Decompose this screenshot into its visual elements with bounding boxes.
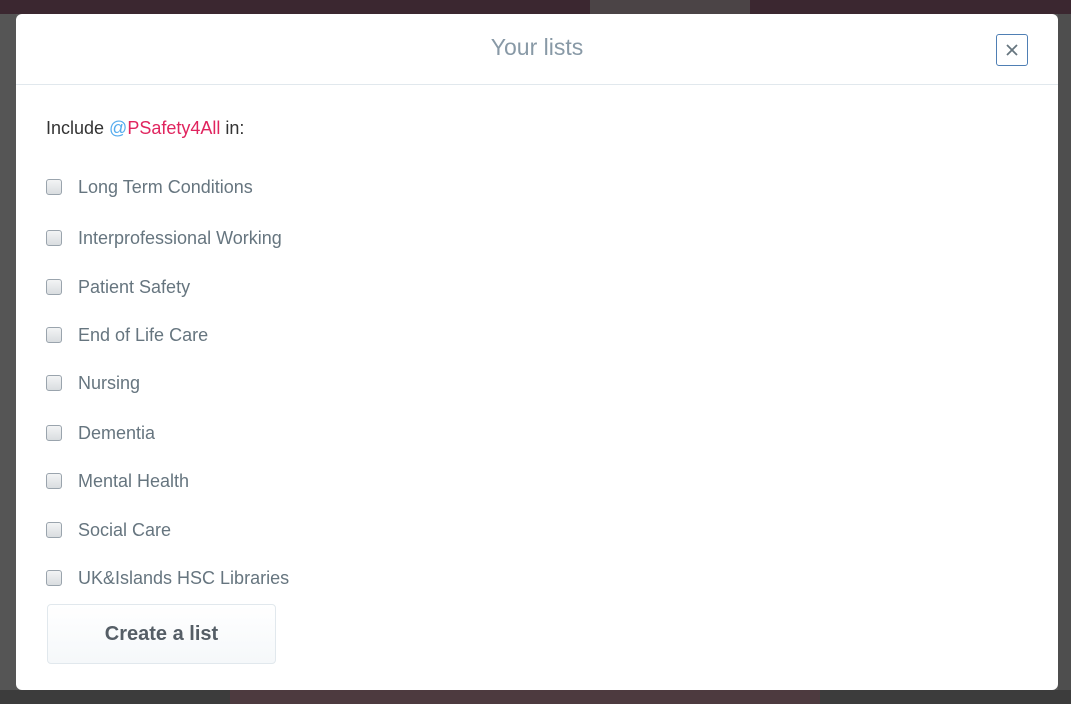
list-item-label: Long Term Conditions xyxy=(78,176,253,197)
close-icon xyxy=(1006,44,1018,56)
background-page-top-segment xyxy=(590,0,750,14)
list-checkbox[interactable] xyxy=(46,570,62,586)
list-checkbox[interactable] xyxy=(46,230,62,246)
list-item-dementia[interactable]: Dementia xyxy=(46,419,155,447)
list-item-label: Social Care xyxy=(78,519,172,540)
modal-header: Your lists xyxy=(16,14,1058,85)
list-item-end-of-life-care[interactable]: End of Life Care xyxy=(46,321,208,349)
background-page-left xyxy=(0,14,16,690)
list-checkbox[interactable] xyxy=(46,375,62,391)
at-sign: @ xyxy=(109,118,128,138)
list-checkbox[interactable] xyxy=(46,473,62,489)
close-button[interactable] xyxy=(996,34,1028,66)
include-suffix: in: xyxy=(220,118,245,138)
list-item-long-term-conditions[interactable]: Long Term Conditions xyxy=(46,173,253,201)
list-checkbox[interactable] xyxy=(46,327,62,343)
include-prompt: Include @PSafety4All in: xyxy=(46,118,244,139)
list-item-nursing[interactable]: Nursing xyxy=(46,369,140,397)
list-item-label: Dementia xyxy=(78,422,156,443)
list-item-mental-health[interactable]: Mental Health xyxy=(46,467,189,495)
list-checkbox[interactable] xyxy=(46,279,62,295)
list-checkbox[interactable] xyxy=(46,425,62,441)
list-item-interprofessional-working[interactable]: Interprofessional Working xyxy=(46,224,282,252)
list-item-label: Nursing xyxy=(78,372,141,393)
lists-modal: Your lists Include @PSafety4All in: Long… xyxy=(16,14,1058,690)
list-item-social-care[interactable]: Social Care xyxy=(46,516,171,544)
list-item-label: End of Life Care xyxy=(78,324,209,345)
list-item-patient-safety[interactable]: Patient Safety xyxy=(46,273,190,301)
list-item-label: UK&Islands HSC Libraries xyxy=(78,567,290,588)
create-list-button[interactable]: Create a list xyxy=(47,604,276,664)
list-item-uk-islands-hsc-libraries[interactable]: UK&Islands HSC Libraries xyxy=(46,564,289,592)
background-page-right xyxy=(1058,14,1071,690)
list-item-label: Patient Safety xyxy=(78,276,191,297)
list-checkbox[interactable] xyxy=(46,522,62,538)
include-prefix: Include xyxy=(46,118,110,138)
background-page-top xyxy=(0,0,1071,14)
modal-title: Your lists xyxy=(490,34,584,60)
user-handle-link[interactable]: PSafety4All xyxy=(127,118,220,138)
background-page-bottom-segment xyxy=(230,690,820,704)
list-item-label: Interprofessional Working xyxy=(78,227,282,248)
list-checkbox[interactable] xyxy=(46,179,62,195)
list-item-label: Mental Health xyxy=(78,470,190,491)
